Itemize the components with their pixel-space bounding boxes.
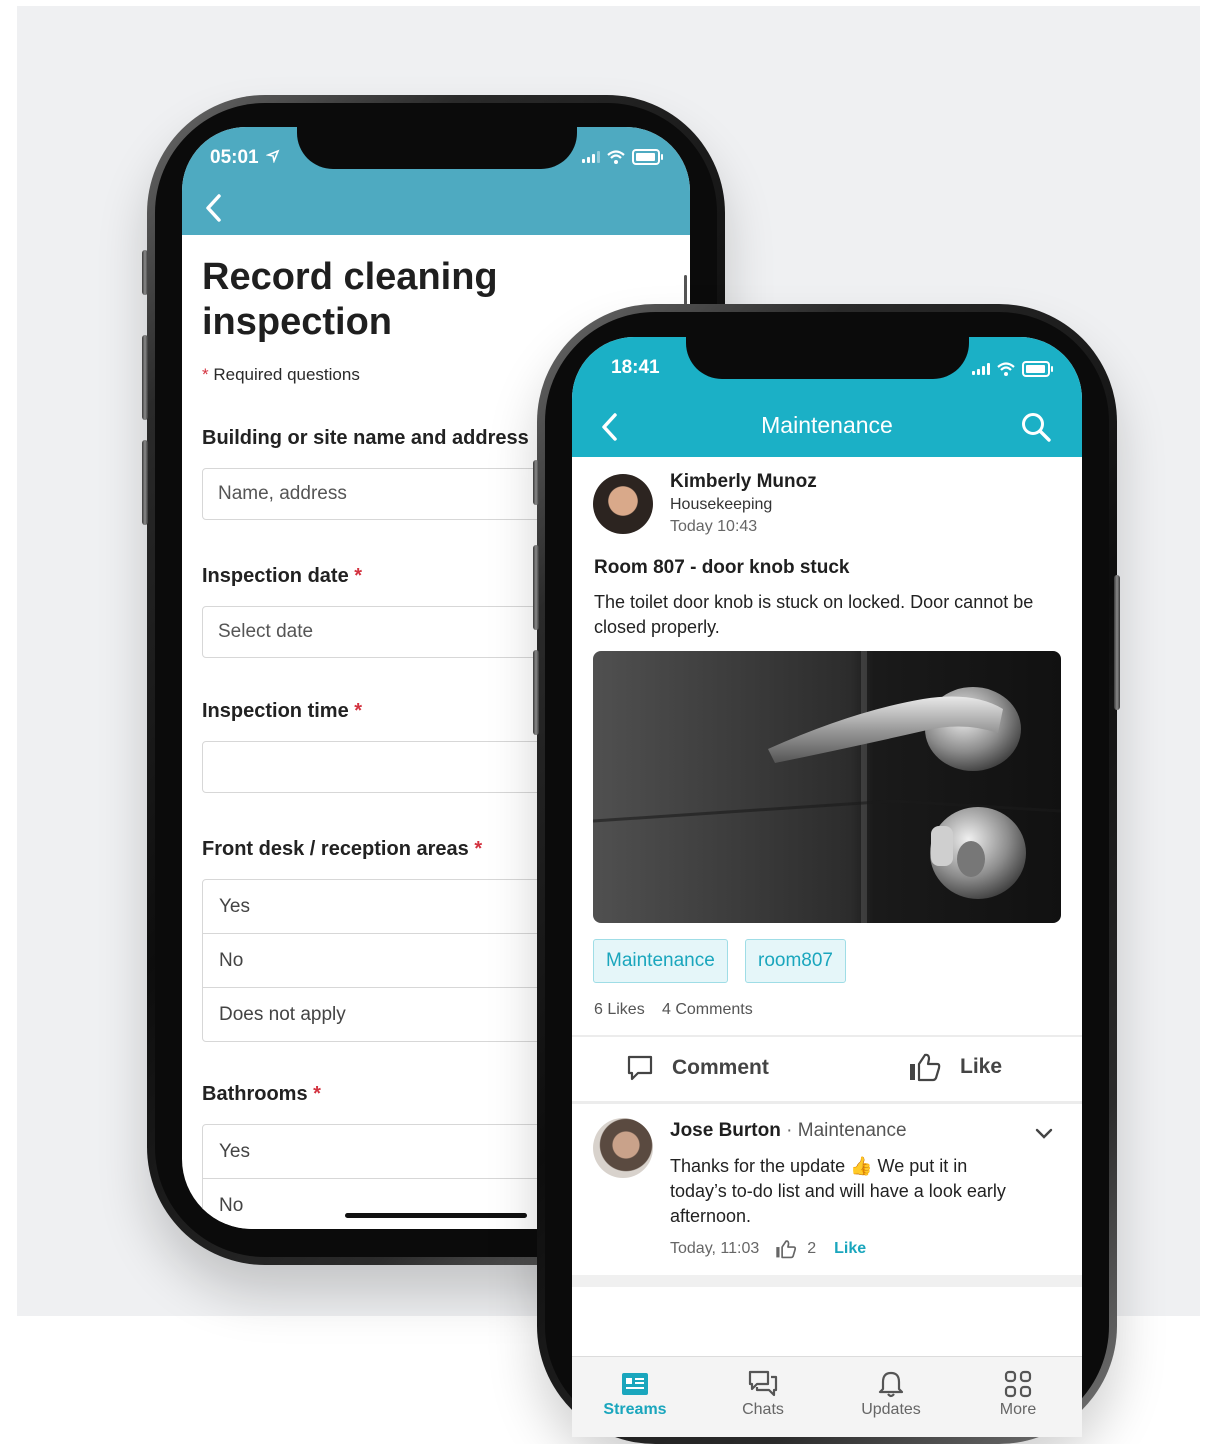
commenter-name[interactable]: Jose Burton (670, 1120, 781, 1141)
comment-text: Thanks for the update 👍 We put it in tod… (670, 1156, 1006, 1226)
power-button (1114, 575, 1120, 710)
status-time: 05:01 (210, 147, 280, 169)
tab-chats[interactable]: Chats (713, 1367, 813, 1419)
battery-icon (632, 149, 663, 165)
status-time: 18:41 (611, 357, 660, 378)
home-indicator[interactable] (345, 1213, 527, 1218)
stream-screen: 18:41 Maintenance Kimberly Munoz Houseke… (572, 337, 1082, 1437)
commenter-avatar[interactable] (593, 1118, 653, 1178)
status-icons (972, 361, 1053, 377)
likes-count[interactable]: 6 Likes (594, 1001, 645, 1019)
volume-down-button (533, 650, 539, 735)
page-title: Record cleaning inspection (202, 256, 498, 343)
thumbs-up-icon (776, 1240, 797, 1259)
notch (297, 127, 577, 169)
question-label: Inspection time * (202, 700, 363, 722)
wifi-icon (997, 362, 1015, 376)
volume-down-button (142, 440, 148, 525)
like-button[interactable]: Like (908, 1052, 1002, 1082)
chevron-down-icon[interactable] (1034, 1127, 1054, 1141)
author-department: Housekeeping (670, 496, 773, 513)
notch (686, 337, 969, 379)
battery-icon (1022, 361, 1053, 377)
bell-icon (878, 1371, 904, 1398)
search-icon[interactable] (1020, 411, 1052, 443)
comment-like-count: 2 (807, 1240, 817, 1257)
divider (572, 1035, 1082, 1037)
thumbs-up-icon (910, 1053, 941, 1082)
signal-icon (582, 151, 600, 163)
required-note: * Required questions (202, 365, 360, 384)
stream-title: Maintenance (761, 412, 893, 438)
scroll-indicator[interactable] (684, 275, 687, 305)
status-icons (582, 149, 663, 165)
commenter: Jose Burton · Maintenance (670, 1120, 907, 1141)
streams-icon (622, 1373, 648, 1395)
post-title: Room 807 - door knob stuck (594, 557, 850, 578)
chats-icon (748, 1370, 778, 1397)
question-label: Building or site name and address (202, 427, 529, 449)
comment-meta: Today, 11:03 2 Like (670, 1239, 866, 1259)
tag-maintenance[interactable]: Maintenance (593, 939, 728, 983)
divider (572, 1275, 1082, 1287)
question-label: Front desk / reception areas * (202, 838, 483, 860)
comments-count[interactable]: 4 Comments (662, 1001, 753, 1019)
author-avatar[interactable] (593, 474, 653, 534)
post-body: The toilet door knob is stuck on locked.… (594, 592, 1034, 637)
post-time: Today 10:43 (670, 518, 758, 535)
mute-switch (142, 250, 148, 295)
author-name[interactable]: Kimberly Munoz (670, 471, 817, 493)
question-label: Inspection date * (202, 565, 363, 587)
tab-updates[interactable]: Updates (841, 1367, 941, 1419)
mute-switch (533, 460, 539, 505)
wifi-icon (607, 150, 625, 164)
tag-room807[interactable]: room807 (745, 939, 846, 983)
volume-up-button (533, 545, 539, 630)
tab-streams[interactable]: Streams (585, 1367, 685, 1419)
comment-time: Today, 11:03 (670, 1240, 760, 1257)
door-handle-image (593, 651, 1061, 923)
question-label: Bathrooms * (202, 1083, 321, 1105)
grid-icon (1004, 1370, 1032, 1398)
tab-more[interactable]: More (968, 1367, 1068, 1419)
volume-up-button (142, 335, 148, 420)
divider (572, 1101, 1082, 1104)
location-arrow-icon (265, 149, 280, 164)
comment-button[interactable]: Comment (626, 1054, 769, 1082)
comment-like-link[interactable]: Like (834, 1240, 866, 1258)
bottom-tab-bar: Streams Chats Updates More (572, 1356, 1082, 1437)
post-photo[interactable] (593, 651, 1061, 923)
back-chevron-icon[interactable] (204, 193, 224, 223)
commenter-department: Maintenance (797, 1120, 907, 1141)
signal-icon (972, 363, 990, 375)
comment-icon (627, 1055, 653, 1081)
